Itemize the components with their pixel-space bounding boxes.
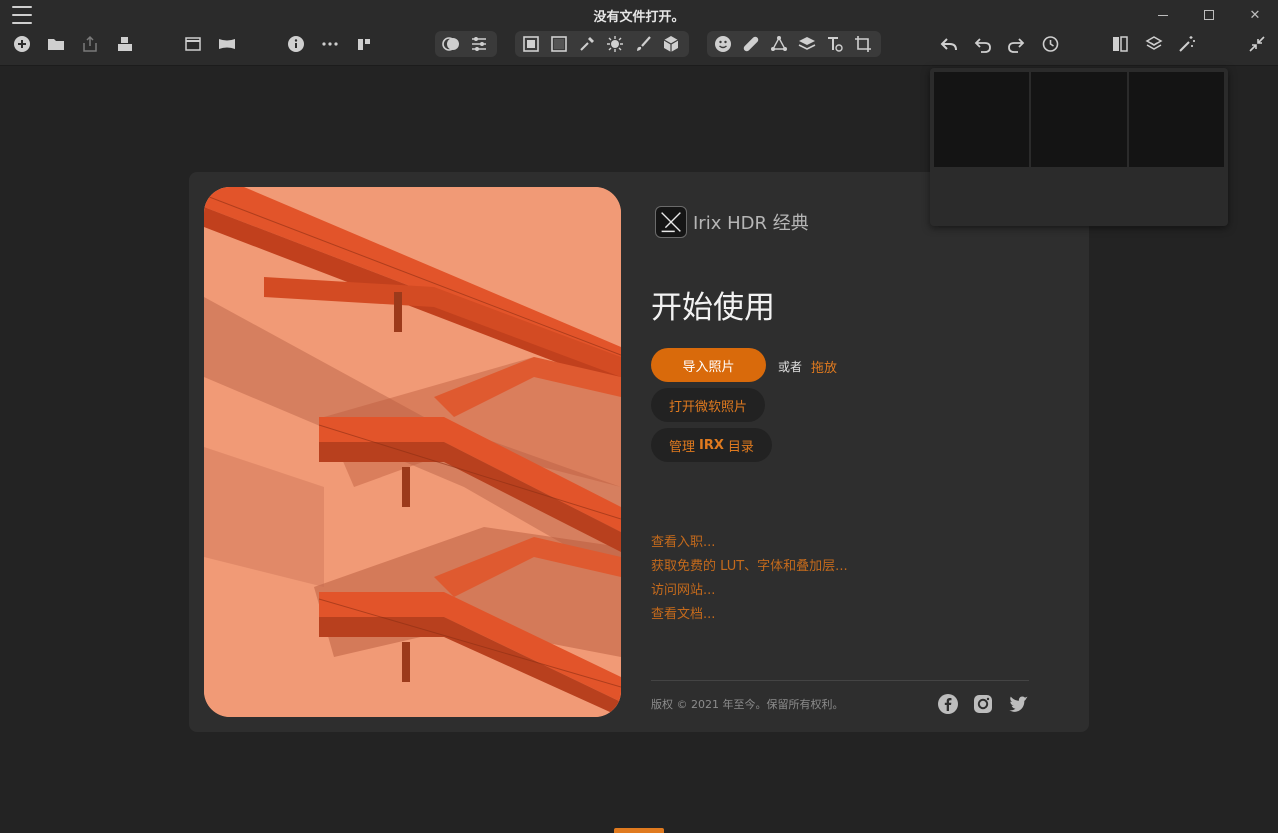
cube-icon[interactable]: [659, 32, 683, 56]
thumbnail-popup: [930, 68, 1228, 226]
hero-image: [204, 187, 621, 717]
hamburger-menu-icon[interactable]: [12, 6, 32, 24]
view-docs-link[interactable]: 查看文档...: [651, 603, 715, 622]
instagram-icon[interactable]: [971, 692, 995, 716]
facebook-icon[interactable]: [936, 692, 960, 716]
catalog-irx: IRX: [699, 437, 724, 453]
import-photos-button[interactable]: 导入照片: [651, 348, 766, 382]
page-title: 开始使用: [651, 290, 775, 326]
thumbnail-strip: [934, 72, 1224, 167]
close-button[interactable]: ✕: [1240, 4, 1270, 26]
compare-icon[interactable]: [352, 32, 376, 56]
visit-website-link[interactable]: 访问网站...: [651, 579, 715, 598]
more-icon[interactable]: [318, 32, 342, 56]
window-title: 没有文件打开。: [593, 10, 685, 25]
stack-icon[interactable]: [1142, 32, 1166, 56]
twitter-icon[interactable]: [1006, 692, 1030, 716]
top-toolbar: 没有文件打开。 ✕: [0, 0, 1278, 66]
brand: Irix HDR 经典: [655, 206, 809, 238]
text-icon[interactable]: [823, 32, 847, 56]
info-icon[interactable]: [284, 32, 308, 56]
folder-icon[interactable]: [44, 32, 68, 56]
history-icon[interactable]: [1038, 32, 1062, 56]
minimize-icon: [1158, 14, 1168, 16]
thumbnail-slot[interactable]: [1031, 72, 1127, 167]
minimize-button[interactable]: [1148, 4, 1178, 26]
app-logo-icon: [655, 206, 687, 238]
divider: [651, 680, 1029, 681]
eyedropper-icon[interactable]: [575, 32, 599, 56]
face-icon[interactable]: [711, 32, 735, 56]
catalog-suffix: 目录: [727, 439, 754, 455]
vignette-icon[interactable]: [547, 32, 571, 56]
network-icon[interactable]: [767, 32, 791, 56]
brightness-icon[interactable]: [603, 32, 627, 56]
crop-icon[interactable]: [851, 32, 875, 56]
copyright-text: 版权 © 2021 年至今。保留所有权利。: [651, 698, 844, 711]
open-microsoft-photos-button[interactable]: 打开微软照片: [651, 388, 766, 422]
window-icon[interactable]: [181, 32, 205, 56]
back-icon[interactable]: [937, 32, 961, 56]
catalog-prefix: 管理: [669, 439, 696, 455]
welcome-dialog: Irix HDR 经典 开始使用 导入照片 或者 拖放 打开微软照片 管理 IR…: [189, 172, 1089, 732]
bottom-handle[interactable]: [614, 828, 664, 833]
thumbnail-slot[interactable]: [934, 72, 1030, 167]
free-assets-link[interactable]: 获取免费的 LUT、字体和叠加层...: [651, 555, 848, 574]
maximize-icon: [1204, 10, 1214, 20]
manage-irx-catalog-button[interactable]: 管理 IRX 目录: [651, 428, 772, 462]
panorama-icon[interactable]: [215, 32, 239, 56]
blend-icon[interactable]: [439, 32, 463, 56]
brand-name: Irix HDR 经典: [693, 213, 809, 234]
sliders-icon[interactable]: [467, 32, 491, 56]
batch-icon[interactable]: [113, 32, 137, 56]
magic-wand-icon[interactable]: [1175, 32, 1199, 56]
staircase-illustration: [204, 187, 621, 717]
or-label: 或者: [778, 360, 803, 374]
undo-icon[interactable]: [971, 32, 995, 56]
close-icon: ✕: [1249, 7, 1261, 23]
view-onboarding-link[interactable]: 查看入职...: [651, 531, 715, 550]
export-icon[interactable]: [78, 32, 102, 56]
frame-icon[interactable]: [519, 32, 543, 56]
brush-icon[interactable]: [631, 32, 655, 56]
drag-drop-link[interactable]: 拖放: [811, 357, 837, 376]
split-view-icon[interactable]: [1108, 32, 1132, 56]
add-icon[interactable]: [10, 32, 34, 56]
healing-icon[interactable]: [739, 32, 763, 56]
collapse-icon[interactable]: [1245, 32, 1269, 56]
maximize-button[interactable]: [1194, 4, 1224, 26]
layers-icon[interactable]: [795, 32, 819, 56]
redo-icon[interactable]: [1004, 32, 1028, 56]
thumbnail-slot[interactable]: [1128, 72, 1224, 167]
